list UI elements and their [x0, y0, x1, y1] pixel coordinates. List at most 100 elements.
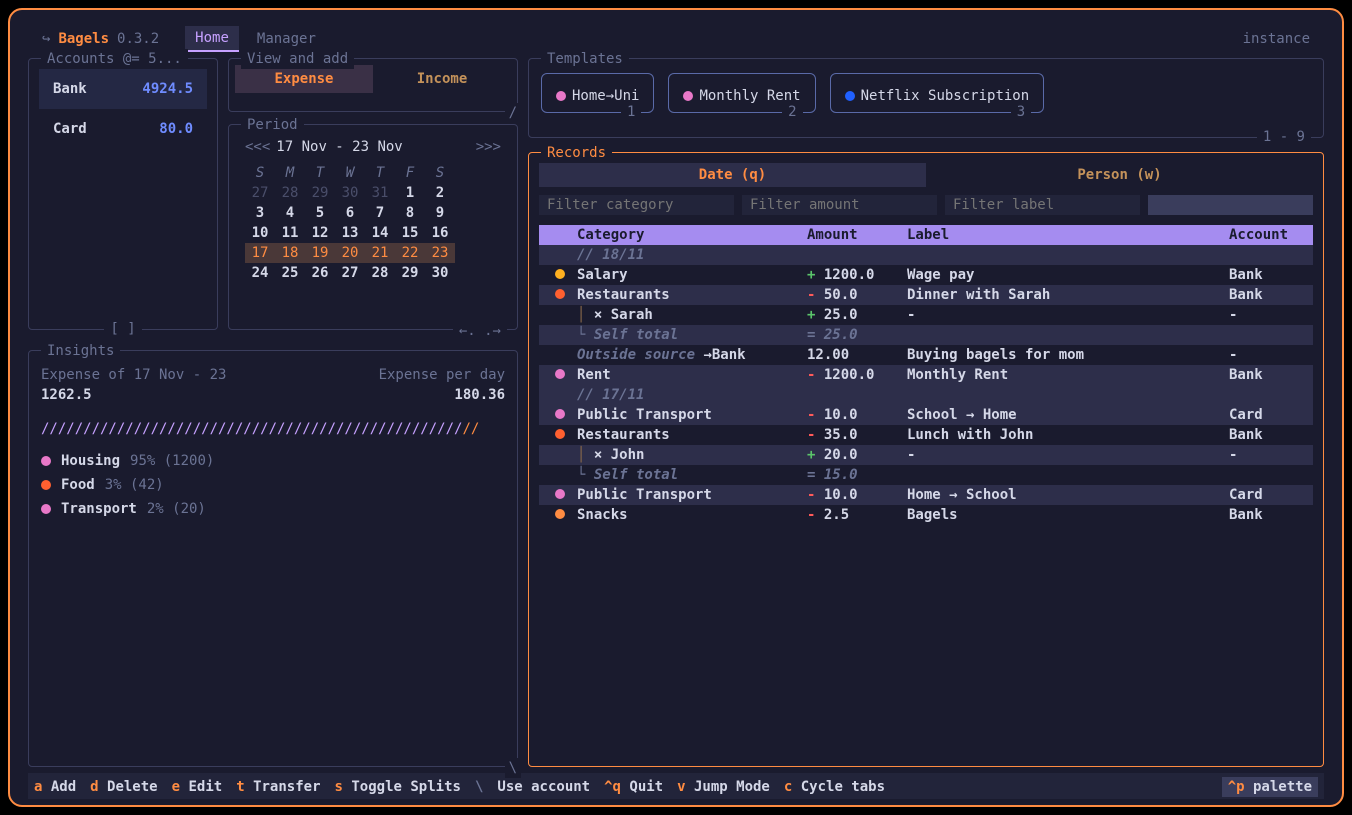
calendar-day[interactable]: 6: [335, 203, 365, 223]
calendar-day[interactable]: 15: [395, 223, 425, 243]
records-tab-person[interactable]: Person (w): [926, 163, 1313, 187]
table-row[interactable]: Rent - 1200.0 Monthly RentBank: [539, 365, 1313, 385]
titlebar: ↪ Bagels 0.3.2 Home Manager instance: [28, 22, 1324, 58]
calendar-day[interactable]: 30: [425, 263, 455, 283]
table-row[interactable]: Salary + 1200.0 Wage payBank: [539, 265, 1313, 285]
footer-item[interactable]: a Add: [34, 777, 76, 797]
calendar-day[interactable]: 1: [395, 183, 425, 203]
table-row[interactable]: // 18/11: [539, 245, 1313, 265]
app-version: 0.3.2: [117, 29, 159, 49]
category-name: Housing: [61, 451, 120, 471]
calendar-day[interactable]: 30: [335, 183, 365, 203]
calendar-day[interactable]: 31: [365, 183, 395, 203]
filter-label-input[interactable]: [945, 195, 1140, 215]
calendar-day[interactable]: 11: [275, 223, 305, 243]
panel-corner-icon: /: [505, 103, 521, 123]
calendar-day[interactable]: 17: [245, 243, 275, 263]
table-row[interactable]: Public Transport - 10.0 Home → SchoolCar…: [539, 485, 1313, 505]
calendar-day[interactable]: 12: [305, 223, 335, 243]
templates-title: Templates: [541, 49, 629, 69]
calendar-day[interactable]: 18: [275, 243, 305, 263]
table-row[interactable]: Outside source →Bank 12.00Buying bagels …: [539, 345, 1313, 365]
calendar-day[interactable]: 27: [335, 263, 365, 283]
footer-item[interactable]: v Jump Mode: [677, 777, 770, 797]
calendar-day[interactable]: 3: [245, 203, 275, 223]
table-row[interactable]: // 17/11: [539, 385, 1313, 405]
category-pct: 2% (20): [147, 499, 206, 519]
table-row[interactable]: Snacks - 2.5 BagelsBank: [539, 505, 1313, 525]
expense-total-value: 1262.5: [41, 385, 92, 405]
tab-home[interactable]: Home: [185, 26, 239, 52]
calendar-day[interactable]: 26: [305, 263, 335, 283]
template-button[interactable]: Netflix Subscription 3: [830, 73, 1045, 113]
footer-item[interactable]: t Transfer: [236, 777, 320, 797]
table-row[interactable]: Restaurants - 50.0 Dinner with SarahBank: [539, 285, 1313, 305]
calendar-day[interactable]: 13: [335, 223, 365, 243]
calendar-day[interactable]: 14: [365, 223, 395, 243]
calendar-day[interactable]: 7: [365, 203, 395, 223]
insights-bar: ////////////////////////////////////////…: [39, 415, 507, 449]
filter-indicator[interactable]: [1148, 195, 1313, 215]
calendar-day[interactable]: 5: [305, 203, 335, 223]
period-range: 17 Nov - 23 Nov: [276, 137, 402, 157]
template-key: 1: [621, 102, 641, 122]
footer-item[interactable]: c Cycle tabs: [784, 777, 885, 797]
calendar-day[interactable]: 25: [275, 263, 305, 283]
calendar-day[interactable]: 9: [425, 203, 455, 223]
calendar-day[interactable]: 28: [275, 183, 305, 203]
footer-palette[interactable]: ^p palette: [1222, 777, 1318, 797]
filter-amount-input[interactable]: [742, 195, 937, 215]
table-row[interactable]: Public Transport - 10.0 School → HomeCar…: [539, 405, 1313, 425]
footer-item: \: [475, 777, 483, 797]
dot-icon: [555, 369, 565, 379]
calendar-day[interactable]: 2: [425, 183, 455, 203]
records-panel: Records Date (q) Person (w) Category Amo…: [528, 152, 1324, 767]
header-amount: Amount: [807, 225, 907, 245]
view-title: View and add: [241, 49, 354, 69]
calendar-day[interactable]: 8: [395, 203, 425, 223]
calendar-day[interactable]: 19: [305, 243, 335, 263]
footer-item[interactable]: Use account: [497, 777, 590, 797]
table-row[interactable]: × John + 20.0 --: [539, 445, 1313, 465]
calendar-day[interactable]: 16: [425, 223, 455, 243]
filter-category-input[interactable]: [539, 195, 734, 215]
account-row-card[interactable]: Card 80.0: [39, 109, 207, 149]
table-row[interactable]: × Sarah + 25.0 --: [539, 305, 1313, 325]
template-button[interactable]: Monthly Rent 2: [668, 73, 815, 113]
records-tab-date[interactable]: Date (q): [539, 163, 926, 187]
period-footer: ←. .→: [453, 321, 507, 341]
category-name: Food: [61, 475, 95, 495]
table-row[interactable]: └ Self total = 15.0: [539, 465, 1313, 485]
footer-item[interactable]: d Delete: [90, 777, 157, 797]
calendar-day[interactable]: 20: [335, 243, 365, 263]
calendar-day[interactable]: 24: [245, 263, 275, 283]
template-button[interactable]: Home→Uni 1: [541, 73, 654, 113]
tab-manager[interactable]: Manager: [247, 27, 326, 51]
dot-icon: [555, 409, 565, 419]
template-key: 2: [782, 102, 802, 122]
calendar-day[interactable]: 29: [305, 183, 335, 203]
view-tab-expense[interactable]: Expense: [235, 65, 373, 93]
footer-item[interactable]: ^q Quit: [604, 777, 663, 797]
calendar-day[interactable]: 10: [245, 223, 275, 243]
footer-item[interactable]: e Edit: [172, 777, 223, 797]
period-prev[interactable]: <<<: [245, 137, 270, 157]
insight-category-row: Housing 95% (1200): [39, 449, 507, 473]
calendar-day[interactable]: 23: [425, 243, 455, 263]
footer-item[interactable]: s Toggle Splits: [335, 777, 461, 797]
view-tab-income[interactable]: Income: [373, 65, 511, 93]
calendar-day[interactable]: 22: [395, 243, 425, 263]
table-row[interactable]: └ Self total = 25.0: [539, 325, 1313, 345]
calendar-day[interactable]: 4: [275, 203, 305, 223]
calendar-day[interactable]: 28: [365, 263, 395, 283]
table-row[interactable]: Restaurants - 35.0 Lunch with JohnBank: [539, 425, 1313, 445]
calendar-day[interactable]: 21: [365, 243, 395, 263]
calendar-dow: S: [245, 163, 275, 183]
dot-icon: [683, 91, 693, 101]
calendar-day[interactable]: 29: [395, 263, 425, 283]
calendar-day[interactable]: 27: [245, 183, 275, 203]
period-next[interactable]: >>>: [476, 137, 501, 157]
templates-panel: Templates Home→Uni 1 Monthly Rent 2 Netf…: [528, 58, 1324, 138]
account-row-bank[interactable]: Bank 4924.5: [39, 69, 207, 109]
insights-panel: Insights Expense of 17 Nov - 23 Expense …: [28, 350, 518, 767]
